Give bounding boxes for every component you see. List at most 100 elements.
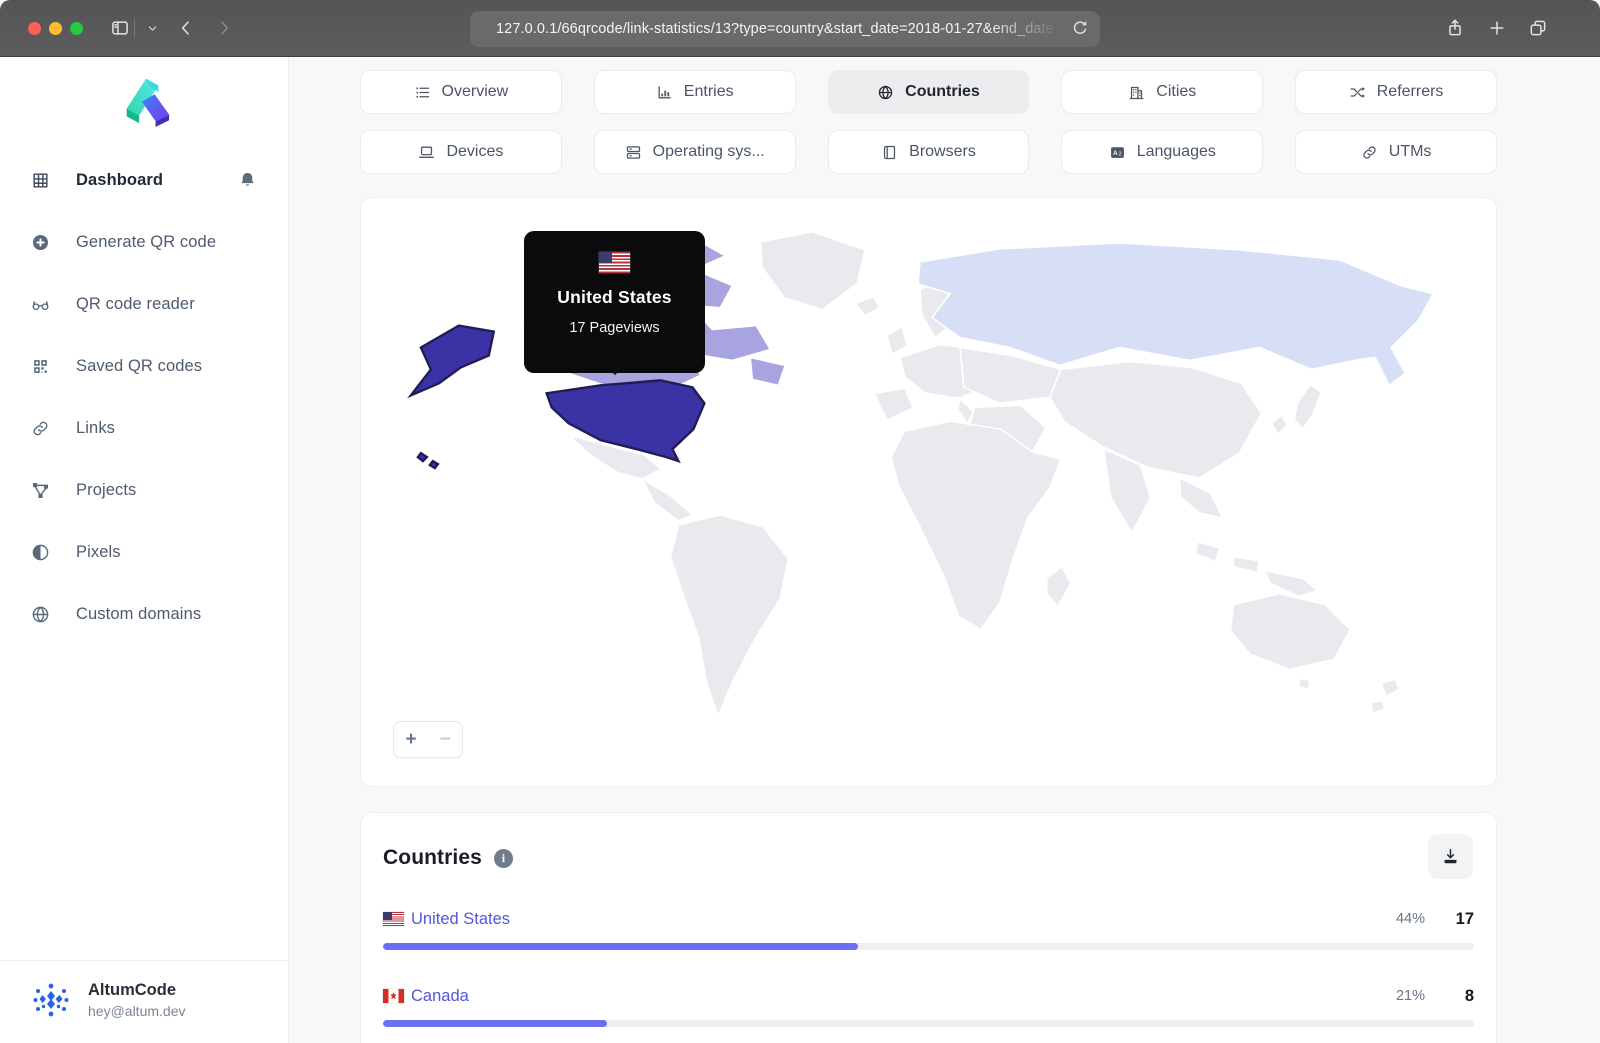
minimize-window-button[interactable] [49,22,62,35]
tab-operating-systems[interactable]: Operating sys... [593,130,796,174]
refresh-icon[interactable] [1070,18,1092,40]
glasses-icon [31,295,50,314]
tab-label: Cities [1156,83,1197,100]
tab-label: Countries [905,83,980,100]
app-window: 127.0.0.1/66qrcode/link-statistics/13?ty… [0,0,1600,1043]
tab-browsers[interactable]: Browsers [827,130,1030,174]
tab-languages[interactable]: A2 Languages [1061,130,1264,174]
account-menu[interactable]: AltumCode hey@altum.dev [0,960,288,1043]
tab-label: Browsers [909,143,976,160]
tab-countries[interactable]: Countries [827,70,1030,114]
tab-entries[interactable]: Entries [593,70,796,114]
tab-utms[interactable]: UTMs [1295,130,1497,174]
avatar [31,980,71,1020]
info-icon[interactable]: i [493,848,513,868]
url-text: 127.0.0.1/66qrcode/link-statistics/13?ty… [496,21,1054,37]
half-circle-icon [31,543,50,562]
main-content: Overview Entries Countries Cities Referr… [289,57,1600,1043]
sidebar-item-label: Saved QR codes [76,356,203,375]
brand-logo[interactable] [0,73,288,127]
tooltip-country: United States [557,287,672,307]
address-bar[interactable]: 127.0.0.1/66qrcode/link-statistics/13?ty… [470,11,1100,47]
sidebar-item-projects[interactable]: Projects [0,459,288,521]
tab-label: Operating sys... [652,143,765,160]
download-button[interactable] [1428,834,1473,879]
country-link[interactable]: United States [411,910,510,929]
download-icon [1444,849,1457,864]
toolbar-divider [134,19,135,37]
countries-panel: Countries i United States 44% 17 Canada … [360,812,1497,1043]
stats-tabs: Overview Entries Countries Cities Referr… [360,70,1497,174]
zoom-in-button[interactable]: + [394,723,428,756]
sidebar-item-qr-reader[interactable]: QR code reader [0,273,288,335]
country-value: 17 [1455,909,1474,928]
browser-chrome: 127.0.0.1/66qrcode/link-statistics/13?ty… [0,0,1600,57]
sidebar-item-label: Pixels [76,542,121,561]
zoom-window-button[interactable] [70,22,83,35]
sidebar-item-saved-qr[interactable]: Saved QR codes [0,335,288,397]
tab-label: Devices [446,143,504,160]
tab-overview[interactable]: Overview [360,70,562,114]
progress-track [383,1020,1474,1027]
countries-header: Countries i [383,834,1474,879]
progress-track [383,943,1474,950]
table-row: United States 44% 17 [383,907,1474,950]
sidebar-item-label: Links [76,418,116,437]
country-percent: 21% [1395,988,1425,1004]
table-row: Canada 21% 8 [383,984,1474,1027]
share-nodes-icon [31,481,50,500]
country-link[interactable]: Canada [411,987,469,1006]
account-email: hey@altum.dev [88,1003,186,1019]
grid-icon [31,171,50,190]
canada-flag-icon [383,989,404,1003]
tab-referrers[interactable]: Referrers [1295,70,1497,114]
progress-fill [383,1020,607,1027]
traffic-lights [28,22,83,35]
sidebar-item-custom-domains[interactable]: Custom domains [0,583,288,645]
country-value: 8 [1464,986,1474,1005]
forward-button[interactable] [210,14,238,42]
account-info: AltumCode hey@altum.dev [88,981,185,1019]
sidebar-item-label: Projects [76,480,137,499]
sidebar-toggle-icon[interactable] [106,14,134,42]
sidebar-item-generate-qr[interactable]: Generate QR code [0,211,288,273]
tab-label: Referrers [1376,83,1444,100]
account-name: AltumCode [88,981,176,999]
panel-title: Countries [383,846,482,869]
qr-icon [31,357,50,376]
plus-circle-icon [31,233,50,252]
tab-label: Entries [683,83,734,100]
map-zoom-controls: + − [393,721,463,758]
tab-label: Languages [1136,143,1216,160]
map-tooltip: United States 17 Pageviews [524,231,705,375]
tab-devices[interactable]: Devices [360,130,562,174]
globe-icon [31,605,50,624]
progress-fill [383,943,858,950]
sidebar-item-label: QR code reader [76,294,195,313]
tab-label: UTMs [1388,143,1432,160]
world-map-card: United States 17 Pageviews + − [360,197,1497,787]
link-icon [31,419,50,438]
tab-label: Overview [441,83,509,100]
country-percent: 44% [1395,911,1425,927]
sidebar-item-dashboard[interactable]: Dashboard [0,149,288,211]
sidebar-nav: Dashboard Generate QR code QR code reade… [0,149,288,645]
sidebar: Dashboard Generate QR code QR code reade… [0,57,289,1043]
sidebar-item-label: Generate QR code [76,232,217,251]
sidebar-item-label: Custom domains [76,604,202,623]
bell-icon[interactable] [238,171,257,190]
svg-text:A: A [1113,150,1118,157]
chevron-down-icon[interactable] [138,14,166,42]
tab-overview-icon[interactable] [1524,14,1552,42]
tab-cities[interactable]: Cities [1061,70,1264,114]
close-window-button[interactable] [28,22,41,35]
tooltip-pageviews: 17 Pageviews [569,320,660,336]
share-icon[interactable] [1441,14,1469,42]
sidebar-item-links[interactable]: Links [0,397,288,459]
sidebar-item-label: Dashboard [76,170,164,189]
zoom-out-button[interactable]: − [428,723,462,756]
us-flag-icon [383,912,404,926]
new-tab-icon[interactable] [1483,14,1511,42]
sidebar-item-pixels[interactable]: Pixels [0,521,288,583]
back-button[interactable] [172,14,200,42]
